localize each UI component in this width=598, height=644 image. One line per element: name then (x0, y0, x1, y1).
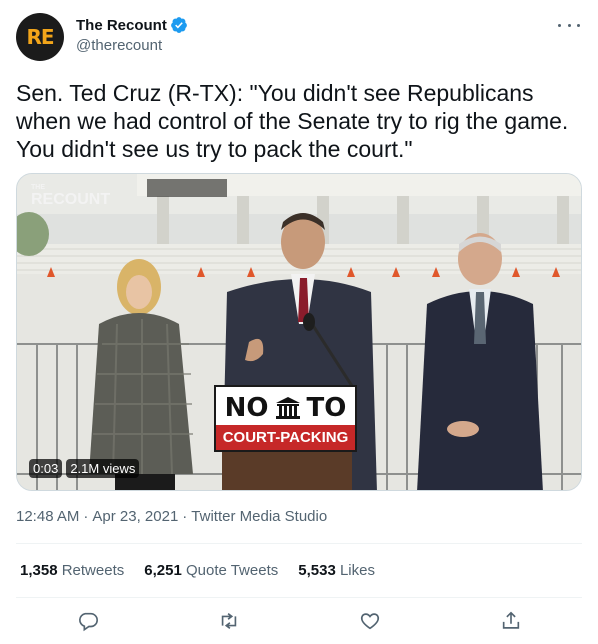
quotes-stat[interactable]: 6,251 Quote Tweets (144, 562, 278, 579)
author-name-row[interactable]: The Recount (76, 16, 188, 34)
courthouse-icon (275, 397, 300, 419)
podium-sign: NO TO COURT-PACKING (214, 385, 357, 452)
likes-stat[interactable]: 5,533 Likes (298, 562, 375, 579)
display-name[interactable]: The Recount (76, 17, 167, 34)
likes-label: Likes (339, 562, 375, 579)
video-player[interactable]: THE RECOUNT NO TO COURT-PACKING 0:03 2.1… (16, 173, 582, 491)
tweet-actions (0, 604, 598, 640)
avatar[interactable]: RE (16, 13, 64, 61)
meta-separator: · (182, 508, 188, 525)
video-time: 0:03 (29, 459, 63, 478)
tweet-card: RE The Recount @therecount Sen. Ted Cruz… (0, 0, 598, 644)
tweet-date[interactable]: Apr 23, 2021 (92, 508, 178, 525)
tweet-stats: 1,358 Retweets 6,251 Quote Tweets 5,533 … (20, 562, 395, 579)
likes-count: 5,533 (298, 562, 336, 579)
user-handle[interactable]: @therecount (76, 37, 162, 54)
like-icon[interactable] (359, 610, 381, 632)
video-watermark: THE RECOUNT (31, 184, 110, 209)
video-views: 2.1M views (66, 459, 140, 478)
quotes-count: 6,251 (144, 562, 182, 579)
meta-separator: · (83, 508, 89, 525)
watermark-text: RECOUNT (31, 191, 111, 208)
divider (16, 597, 582, 598)
sign-word-left: NO (224, 393, 269, 423)
tweet-source[interactable]: Twitter Media Studio (191, 508, 327, 525)
more-options-icon[interactable] (558, 16, 580, 34)
reply-icon[interactable] (77, 610, 99, 632)
video-overlay: 0:03 2.1M views (29, 459, 140, 478)
sign-word-right: TO (306, 393, 347, 423)
verified-badge-icon (170, 17, 187, 33)
divider (16, 543, 582, 544)
retweets-stat[interactable]: 1,358 Retweets (20, 562, 124, 579)
share-icon[interactable] (500, 610, 522, 632)
quotes-label: Quote Tweets (185, 562, 279, 579)
retweet-icon[interactable] (218, 610, 240, 632)
sign-banner: COURT-PACKING (216, 425, 355, 450)
retweets-label: Retweets (61, 562, 125, 579)
retweets-count: 1,358 (20, 562, 58, 579)
tweet-text: Sen. Ted Cruz (R-TX): "You didn't see Re… (16, 80, 569, 162)
watermark-small: THE (31, 184, 45, 191)
avatar-logo-text: RE (26, 25, 54, 49)
tweet-meta: 12:48 AM · Apr 23, 2021 · Twitter Media … (16, 508, 327, 525)
tweet-time[interactable]: 12:48 AM (16, 508, 79, 525)
